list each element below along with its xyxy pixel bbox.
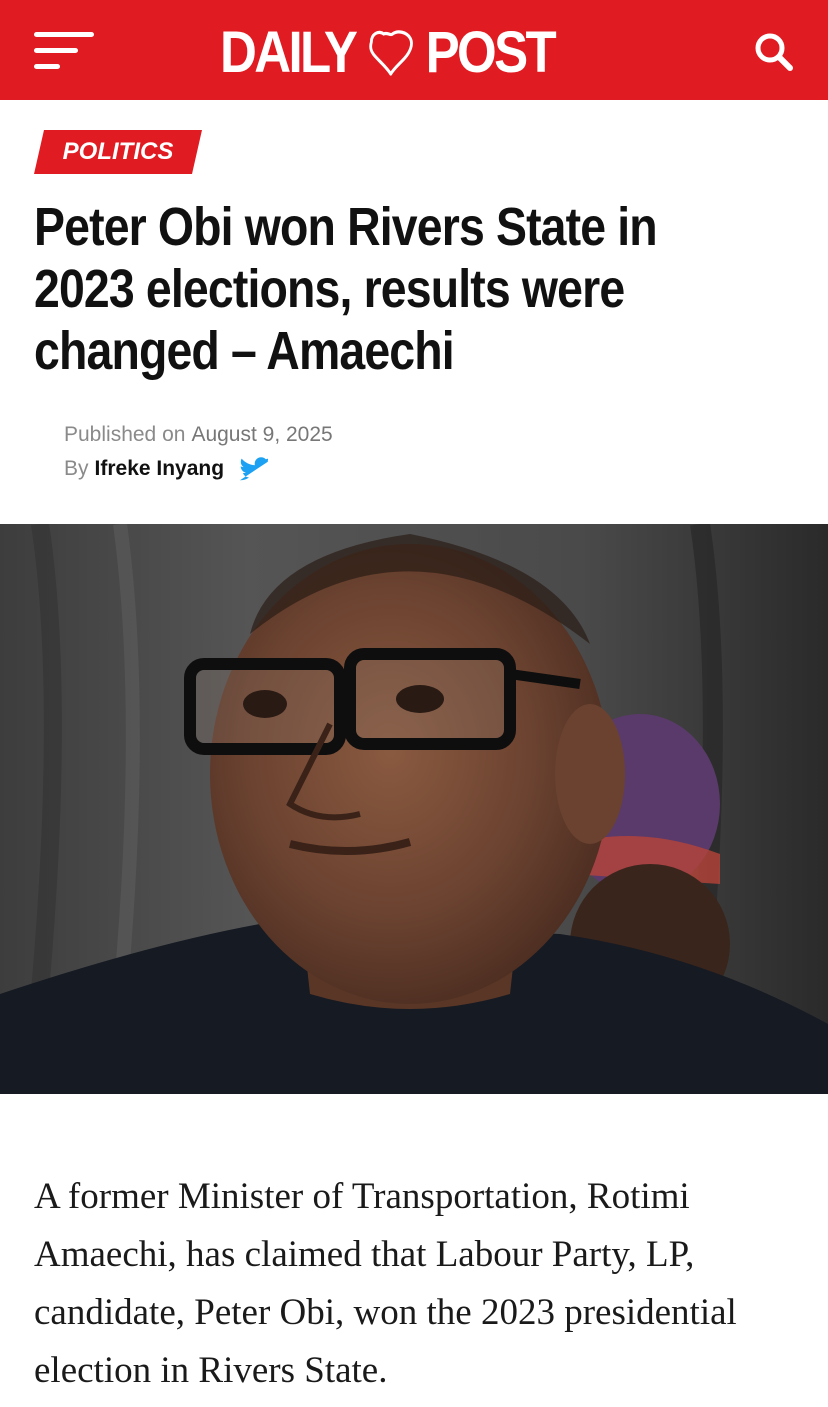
category-label: POLITICS bbox=[62, 138, 174, 165]
nigeria-map-heart-icon bbox=[368, 30, 413, 76]
site-header: DAILY POST bbox=[0, 0, 828, 100]
published-date: August 9, 2025 bbox=[191, 423, 333, 446]
by-label: By bbox=[64, 457, 89, 480]
article-headline: Peter Obi won Rivers State in 2023 elect… bbox=[34, 197, 658, 381]
byline-row: By Ifreke Inyang bbox=[64, 452, 664, 486]
category-badge[interactable]: POLITICS bbox=[34, 130, 202, 174]
article-photo bbox=[0, 524, 828, 1094]
twitter-bird-icon[interactable] bbox=[240, 457, 269, 481]
article-meta: Published on August 9, 2025 By Ifreke In… bbox=[64, 418, 664, 486]
logo-text-post: POST bbox=[425, 20, 557, 85]
hamburger-menu-icon[interactable] bbox=[34, 30, 96, 74]
search-icon[interactable] bbox=[752, 30, 796, 74]
published-label: Published on bbox=[64, 423, 186, 446]
logo-text-daily: DAILY bbox=[220, 20, 358, 85]
published-row: Published on August 9, 2025 bbox=[64, 418, 664, 452]
author-name[interactable]: Ifreke Inyang bbox=[95, 457, 225, 481]
site-logo[interactable]: DAILY POST bbox=[220, 20, 557, 85]
article-lead-paragraph: A former Minister of Transportation, Rot… bbox=[34, 1176, 737, 1391]
